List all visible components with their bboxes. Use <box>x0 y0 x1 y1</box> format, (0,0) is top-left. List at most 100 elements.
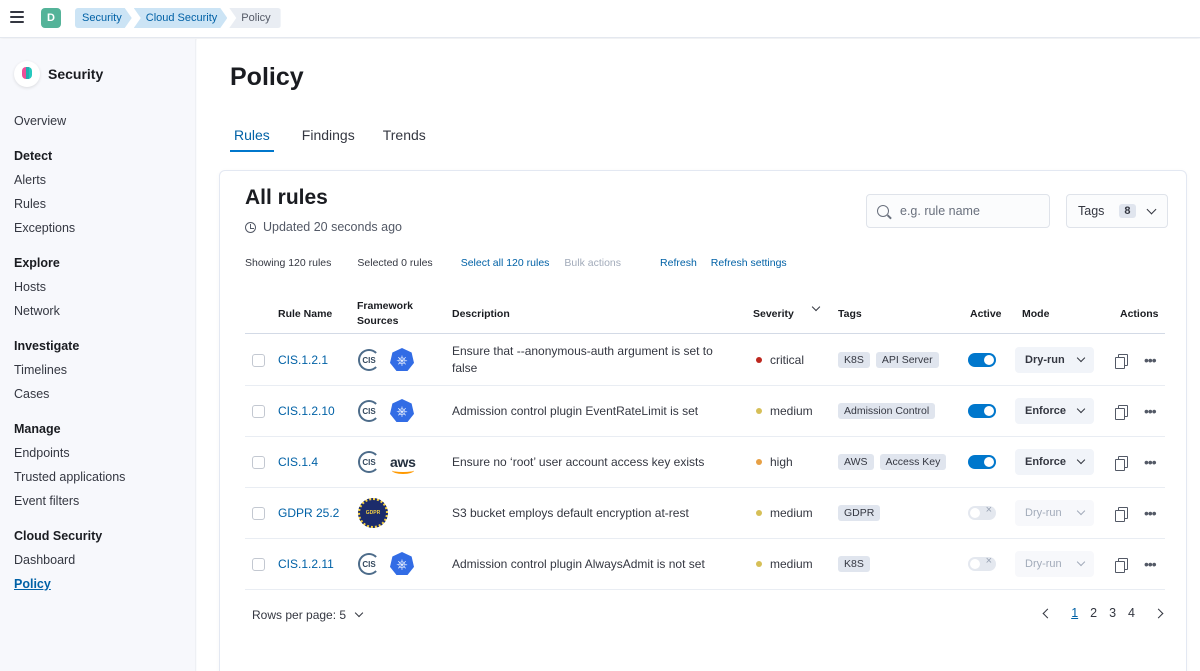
cis-logo-icon: CIS <box>358 553 380 575</box>
copy-icon[interactable] <box>1115 354 1128 369</box>
active-toggle[interactable] <box>968 455 996 469</box>
row-checkbox[interactable] <box>252 353 265 367</box>
sidebar-item-cases[interactable]: Cases <box>14 382 184 406</box>
sort-chevron-icon[interactable] <box>811 302 821 312</box>
framework-sources-cell: CIS ⎈ <box>358 386 414 436</box>
rule-name-link[interactable]: CIS.1.2.1 <box>278 353 328 367</box>
rule-name-link[interactable]: CIS.1.4 <box>278 455 318 469</box>
cis-logo-icon: CIS <box>358 451 380 473</box>
active-cell <box>968 539 996 589</box>
mode-value: Enforce <box>1025 405 1066 417</box>
active-toggle[interactable] <box>968 404 996 418</box>
copy-icon[interactable] <box>1115 507 1128 522</box>
active-cell <box>968 335 996 385</box>
mode-select[interactable]: Dry-run <box>1015 551 1094 577</box>
top-bar: D Security Cloud Security Policy <box>0 0 1200 38</box>
column-rule-name[interactable]: Rule Name <box>278 307 332 322</box>
breadcrumb-policy: Policy <box>229 8 281 28</box>
more-actions-icon[interactable]: ••• <box>1144 455 1157 469</box>
severity-cell: critical <box>756 335 804 385</box>
sidebar-item-overview[interactable]: Overview <box>14 109 184 133</box>
more-actions-icon[interactable]: ••• <box>1144 353 1157 367</box>
row-checkbox[interactable] <box>252 404 265 418</box>
row-checkbox[interactable] <box>252 506 265 520</box>
bulk-actions-button[interactable]: Bulk actions <box>564 257 621 269</box>
page-button-3[interactable]: 3 <box>1109 606 1116 620</box>
severity-dot-icon <box>756 357 762 363</box>
chevron-down-icon <box>354 608 364 618</box>
mode-value: Enforce <box>1025 456 1066 468</box>
active-cell <box>968 488 996 538</box>
page-button-2[interactable]: 2 <box>1090 606 1097 620</box>
tab-rules[interactable]: Rules <box>230 123 274 152</box>
actions-cell: ••• <box>1115 335 1157 385</box>
rule-name-link[interactable]: CIS.1.2.10 <box>278 404 335 418</box>
sidebar-item-policy[interactable]: Policy <box>14 572 184 596</box>
next-page-icon[interactable] <box>1153 608 1164 618</box>
mode-select[interactable]: Dry-run <box>1015 500 1094 526</box>
more-actions-icon[interactable]: ••• <box>1144 506 1157 520</box>
rule-name-link[interactable]: CIS.1.2.11 <box>278 557 334 571</box>
row-select-cell <box>252 539 265 589</box>
chevron-down-icon <box>1076 557 1086 567</box>
page-button-4[interactable]: 4 <box>1128 606 1135 620</box>
mode-value: Dry-run <box>1025 507 1062 519</box>
avatar[interactable]: D <box>41 8 61 28</box>
refresh-settings-button[interactable]: Refresh settings <box>711 257 787 269</box>
sidebar-item-event-filters[interactable]: Event filters <box>14 489 184 513</box>
menu-icon[interactable] <box>10 11 24 23</box>
severity-label: critical <box>770 353 805 367</box>
tags-cell: Admission Control <box>838 386 941 436</box>
tab-trends[interactable]: Trends <box>383 123 426 152</box>
sidebar-group-investigate: Investigate <box>14 339 80 353</box>
row-select-cell <box>252 437 265 487</box>
refresh-button[interactable]: Refresh <box>660 257 697 269</box>
copy-icon[interactable] <box>1115 456 1128 471</box>
row-select-cell <box>252 386 265 436</box>
select-all-button[interactable]: Select all 120 rules <box>461 257 550 269</box>
breadcrumb-security[interactable]: Security <box>75 8 132 28</box>
sidebar-item-endpoints[interactable]: Endpoints <box>14 441 184 465</box>
column-description: Description <box>452 308 510 320</box>
sidebar-item-trusted-applications[interactable]: Trusted applications <box>14 465 184 489</box>
copy-icon[interactable] <box>1115 405 1128 420</box>
mode-value: Dry-run <box>1025 558 1062 570</box>
copy-icon[interactable] <box>1115 558 1128 573</box>
tab-findings[interactable]: Findings <box>302 123 355 152</box>
page-button-1[interactable]: 1 <box>1071 606 1078 620</box>
sidebar-item-network[interactable]: Network <box>14 299 184 323</box>
mode-select[interactable]: Dry-run <box>1015 347 1094 373</box>
mode-select[interactable]: Enforce <box>1015 449 1094 475</box>
column-severity[interactable]: Severity <box>753 307 794 322</box>
sidebar-item-hosts[interactable]: Hosts <box>14 275 184 299</box>
rule-description: Admission control plugin EventRateLimit … <box>452 403 699 418</box>
gdpr-logo-icon: GDPR <box>358 498 388 528</box>
severity-cell: medium <box>756 539 813 589</box>
chevron-down-icon <box>1076 455 1086 465</box>
rows-per-page-label: Rows per page: 5 <box>252 608 347 622</box>
mode-select[interactable]: Enforce <box>1015 398 1094 424</box>
previous-page-icon[interactable] <box>1042 608 1053 618</box>
actions-cell: ••• <box>1115 488 1157 538</box>
sidebar-item-exceptions[interactable]: Exceptions <box>14 216 184 240</box>
search-field[interactable] <box>866 194 1050 228</box>
breadcrumb-cloud-security[interactable]: Cloud Security <box>134 8 228 28</box>
more-actions-icon[interactable]: ••• <box>1144 557 1157 571</box>
row-checkbox[interactable] <box>252 455 265 469</box>
rows-per-page-button[interactable]: Rows per page: 5 <box>252 608 364 622</box>
rule-name-link[interactable]: GDPR 25.2 <box>278 506 339 520</box>
row-checkbox[interactable] <box>252 557 265 571</box>
sidebar-item-dashboard[interactable]: Dashboard <box>14 548 184 572</box>
search-input[interactable] <box>900 204 1040 218</box>
active-toggle[interactable] <box>968 555 996 571</box>
tags-cell: K8S API Server <box>838 335 945 385</box>
tags-filter-button[interactable]: Tags 8 <box>1066 194 1168 228</box>
active-toggle[interactable] <box>968 353 996 367</box>
sidebar-item-rules[interactable]: Rules <box>14 192 184 216</box>
sidebar-item-timelines[interactable]: Timelines <box>14 358 184 382</box>
active-toggle[interactable] <box>968 504 996 520</box>
description-cell: Ensure that --anonymous-auth argument is… <box>452 335 722 385</box>
rule-description: Admission control plugin AlwaysAdmit is … <box>452 556 705 571</box>
sidebar-item-alerts[interactable]: Alerts <box>14 168 184 192</box>
more-actions-icon[interactable]: ••• <box>1144 404 1157 418</box>
